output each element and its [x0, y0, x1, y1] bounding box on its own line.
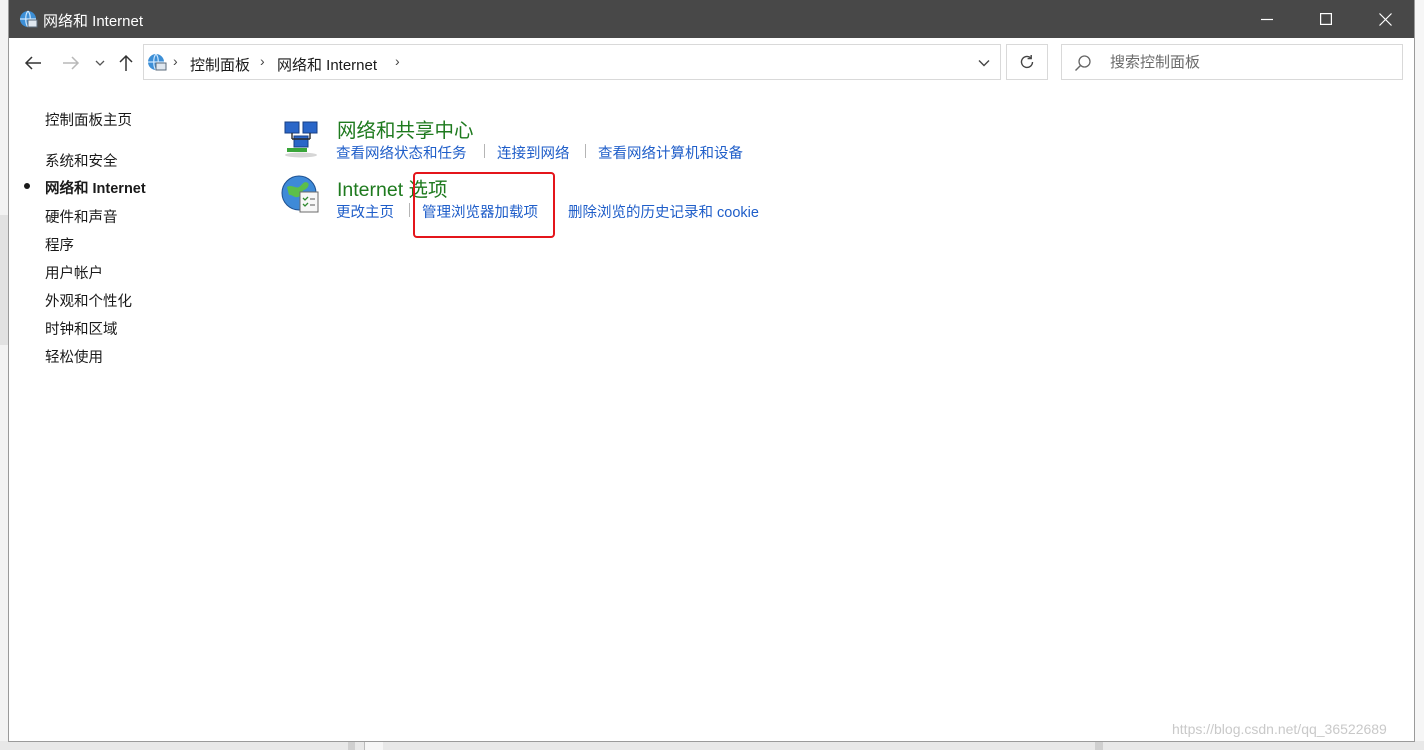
refresh-icon	[1020, 55, 1034, 69]
sidebar-item-clock-region[interactable]: 时钟和区域	[45, 318, 118, 339]
chevron-down-icon	[95, 60, 105, 66]
network-internet-icon	[18, 9, 38, 29]
chevron-right-icon[interactable]: ›	[260, 53, 265, 69]
back-arrow-icon	[24, 56, 41, 70]
control-panel-window: 网络和 Internet › 控制面板 › 网络和 Internet › 搜索控…	[9, 0, 1414, 741]
change-home-page-link[interactable]: 更改主页	[336, 201, 394, 222]
breadcrumb-network-internet[interactable]: 网络和 Internet	[277, 54, 377, 75]
sidebar-item-system-security[interactable]: 系统和安全	[45, 150, 118, 171]
delete-browsing-history-link[interactable]: 删除浏览的历史记录和 cookie	[568, 201, 759, 222]
chevron-right-icon[interactable]: ›	[395, 53, 400, 69]
maximize-icon	[1320, 13, 1332, 25]
background-window-bottom	[0, 741, 1424, 750]
control-panel-icon	[147, 52, 167, 72]
breadcrumb-control-panel[interactable]: 控制面板	[190, 54, 250, 75]
background-divider	[1095, 741, 1103, 750]
navigation-bar: › 控制面板 › 网络和 Internet ›	[9, 38, 1414, 88]
chevron-down-icon	[978, 60, 990, 67]
annotation-highlight-box	[413, 172, 555, 238]
up-arrow-icon	[119, 54, 133, 71]
recent-locations-button[interactable]	[90, 51, 110, 75]
network-sharing-center-title[interactable]: 网络和共享中心	[337, 114, 474, 143]
connect-to-network-link[interactable]: 连接到网络	[497, 142, 570, 163]
sidebar-item-network-internet[interactable]: 网络和 Internet	[45, 177, 146, 198]
background-window-left-panel	[0, 215, 9, 345]
view-network-computers-link[interactable]: 查看网络计算机和设备	[598, 142, 743, 163]
minimize-button[interactable]	[1238, 0, 1296, 38]
link-divider	[484, 144, 485, 158]
forward-button[interactable]	[59, 51, 83, 75]
address-bar[interactable]: › 控制面板 › 网络和 Internet ›	[143, 44, 1001, 80]
minimize-icon	[1261, 18, 1273, 21]
search-icon	[1075, 55, 1091, 71]
internet-options-icon[interactable]	[279, 173, 323, 217]
background-divider	[364, 741, 383, 750]
background-window-left	[0, 0, 9, 750]
search-box[interactable]	[1061, 44, 1403, 80]
view-network-status-link[interactable]: 查看网络状态和任务	[336, 142, 467, 163]
chevron-right-icon: ›	[173, 53, 178, 69]
back-button[interactable]	[21, 51, 45, 75]
forward-arrow-icon	[63, 56, 80, 70]
window-title: 网络和 Internet	[43, 13, 144, 30]
sidebar-item-hardware-sound[interactable]: 硬件和声音	[45, 206, 118, 227]
background-window-right	[1414, 0, 1424, 750]
background-divider	[348, 741, 355, 750]
close-icon	[1378, 12, 1392, 26]
network-sharing-center-icon[interactable]	[279, 116, 323, 160]
link-divider	[409, 203, 410, 217]
sidebar-item-appearance[interactable]: 外观和个性化	[45, 290, 132, 311]
refresh-button[interactable]	[1006, 44, 1048, 80]
sidebar-item-programs[interactable]: 程序	[45, 234, 74, 255]
title-bar[interactable]: 网络和 Internet	[9, 0, 1414, 38]
close-button[interactable]	[1356, 0, 1414, 38]
maximize-button[interactable]	[1297, 0, 1355, 38]
sidebar-home-link[interactable]: 控制面板主页	[45, 109, 132, 130]
search-input[interactable]	[1110, 51, 1390, 73]
sidebar-item-ease-of-access[interactable]: 轻松使用	[45, 346, 103, 367]
address-dropdown-button[interactable]	[974, 53, 994, 73]
link-divider	[585, 144, 586, 158]
watermark-text: https://blog.csdn.net/qq_36522689	[1172, 721, 1387, 737]
active-indicator	[24, 183, 30, 189]
sidebar-item-user-accounts[interactable]: 用户帐户	[45, 262, 103, 283]
up-button[interactable]	[114, 51, 138, 75]
